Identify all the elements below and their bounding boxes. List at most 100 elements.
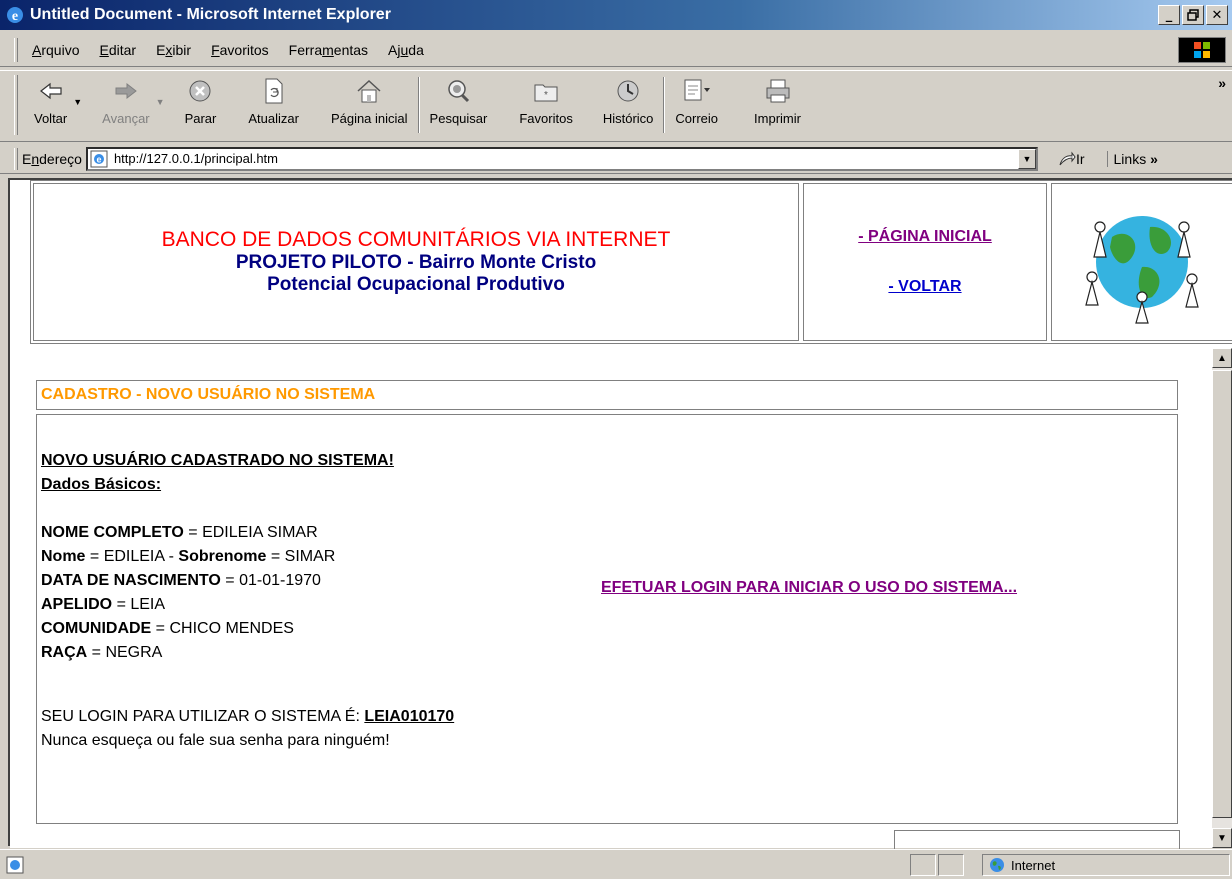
user-details: NOVO USUÁRIO CADASTRADO NO SISTEMA! Dado… xyxy=(41,449,454,753)
toolbar-chevron-icon[interactable]: » xyxy=(1218,75,1226,91)
menu-arquivo[interactable]: Arquivo xyxy=(32,42,79,58)
links-button[interactable]: Links » xyxy=(1106,150,1158,167)
search-button[interactable]: Pesquisar xyxy=(429,77,488,126)
success-message: NOVO USUÁRIO CADASTRADO NO SISTEMA! xyxy=(41,452,394,469)
scroll-down-icon[interactable]: ▼ xyxy=(1212,828,1232,848)
svg-text:e: e xyxy=(96,154,101,164)
home-button[interactable]: Página inicial xyxy=(331,77,408,126)
address-bar: Endereço e http://127.0.0.1/principal.ht… xyxy=(0,144,1232,174)
address-dropdown-icon[interactable]: ▼ xyxy=(1017,148,1036,169)
security-zone: Internet xyxy=(982,854,1230,876)
page-icon: e xyxy=(90,150,108,167)
page-status-icon xyxy=(6,856,24,873)
search-label: Pesquisar xyxy=(429,111,488,126)
internet-globe-icon xyxy=(990,858,1004,872)
close-button[interactable]: ✕ xyxy=(1206,5,1228,25)
status-cell xyxy=(938,854,964,876)
menu-exibir[interactable]: Exibir xyxy=(156,42,191,58)
scroll-up-icon[interactable]: ▲ xyxy=(1212,348,1232,368)
svg-text:e: e xyxy=(12,9,18,24)
address-url: http://127.0.0.1/principal.htm xyxy=(113,151,278,166)
standard-toolbar: Voltar ▼ Avançar ▼ Parar Atualizar Págin… xyxy=(0,70,1232,142)
search-icon xyxy=(448,80,470,103)
password-warning: Nunca esqueça ou fale sua senha para nin… xyxy=(41,732,390,749)
minimize-button[interactable]: _ xyxy=(1158,5,1180,25)
go-label: Ir xyxy=(1075,150,1085,167)
header-table: BANCO DE DADOS COMUNITÁRIOS VIA INTERNET… xyxy=(30,180,1232,344)
links-label: Links xyxy=(1113,150,1147,167)
menu-editar[interactable]: Editar xyxy=(99,42,136,58)
menu-bar: Arquivo Editar Exibir Favoritos Ferramen… xyxy=(0,33,1232,67)
address-grip[interactable] xyxy=(14,147,18,170)
mail-icon xyxy=(684,79,710,101)
header-titles-cell: BANCO DE DADOS COMUNITÁRIOS VIA INTERNET… xyxy=(33,183,799,341)
history-button[interactable]: Histórico xyxy=(602,77,654,126)
menu-ferramentas[interactable]: Ferramentas xyxy=(289,42,368,58)
browser-content: BANCO DE DADOS COMUNITÁRIOS VIA INTERNET… xyxy=(8,178,1232,850)
back-link[interactable]: - VOLTAR xyxy=(888,278,961,296)
ie-icon: e xyxy=(7,7,23,24)
main-frame: CADASTRO - NOVO USUÁRIO NO SISTEMA NOVO … xyxy=(10,348,1232,850)
globe-people-illustration xyxy=(1085,216,1199,324)
header-image-cell xyxy=(1051,183,1232,341)
toolbar-grip[interactable] xyxy=(14,75,18,135)
registration-result-panel: NOVO USUÁRIO CADASTRADO NO SISTEMA! Dado… xyxy=(36,414,1178,824)
section-title: CADASTRO - NOVO USUÁRIO NO SISTEMA xyxy=(36,380,1178,410)
status-bar: Internet xyxy=(0,849,1232,879)
home-page-link[interactable]: - PÁGINA INICIAL xyxy=(858,228,992,246)
project-tagline: Potencial Ocupacional Produtivo xyxy=(267,274,565,295)
header-links-cell: - PÁGINA INICIAL - VOLTAR xyxy=(803,183,1047,341)
history-icon xyxy=(617,80,639,102)
forward-arrow-icon xyxy=(115,82,137,100)
address-input[interactable]: e http://127.0.0.1/principal.htm ▼ xyxy=(85,146,1038,171)
stop-label: Parar xyxy=(184,111,217,126)
back-button[interactable]: Voltar xyxy=(34,77,67,126)
project-subtitle: PROJETO PILOTO - Bairro Monte Cristo xyxy=(235,252,597,273)
refresh-label: Atualizar xyxy=(248,111,299,126)
race-row: RAÇA = NEGRA xyxy=(41,644,163,661)
toolbar-separator xyxy=(663,77,666,133)
basic-data-heading: Dados Básicos: xyxy=(41,476,162,493)
scroll-thumb[interactable] xyxy=(1212,370,1232,818)
stop-button[interactable]: Parar xyxy=(184,77,217,126)
zone-label: Internet xyxy=(1011,857,1056,873)
favorites-icon: * xyxy=(534,84,558,102)
nickname-row: APELIDO = LEIA xyxy=(41,596,166,613)
printer-icon xyxy=(766,79,789,103)
login-value: LEIA010170 xyxy=(364,708,455,725)
refresh-button[interactable]: Atualizar xyxy=(248,77,299,126)
name-row: Nome = EDILEIA - Sobrenome = SIMAR xyxy=(41,548,336,565)
login-link[interactable]: EFETUAR LOGIN PARA INICIAR O USO DO SIST… xyxy=(601,577,1021,599)
history-label: Histórico xyxy=(602,111,654,126)
forward-label: Avançar xyxy=(102,111,150,126)
status-cell xyxy=(910,854,936,876)
refresh-icon xyxy=(265,78,283,104)
favorites-button[interactable]: * Favoritos xyxy=(519,77,573,126)
go-button[interactable]: Ir xyxy=(1058,151,1085,167)
window-title: Untitled Document - Microsoft Internet E… xyxy=(30,6,391,23)
windows-logo-icon xyxy=(1178,37,1226,63)
maximize-button[interactable] xyxy=(1182,5,1204,25)
header-frame: BANCO DE DADOS COMUNITÁRIOS VIA INTERNET… xyxy=(10,180,1232,348)
title-bar: e Untitled Document - Microsoft Internet… xyxy=(0,0,1232,30)
back-dropdown-icon[interactable]: ▼ xyxy=(73,97,82,107)
home-label: Página inicial xyxy=(330,111,408,126)
forward-button[interactable]: Avançar xyxy=(102,77,150,126)
mail-button[interactable]: Correio xyxy=(675,77,718,126)
print-button[interactable]: Imprimir xyxy=(754,77,801,126)
home-icon xyxy=(357,79,381,103)
forward-dropdown-icon[interactable]: ▼ xyxy=(156,97,165,107)
restore-icon xyxy=(1187,9,1199,21)
menu-ajuda[interactable]: Ajuda xyxy=(388,42,424,58)
site-title: BANCO DE DADOS COMUNITÁRIOS VIA INTERNET xyxy=(161,228,671,251)
menu-grip[interactable] xyxy=(14,37,18,62)
community-row: COMUNIDADE = CHICO MENDES xyxy=(41,620,294,637)
svg-text:*: * xyxy=(544,90,548,101)
address-label: Endereço xyxy=(22,150,82,167)
menu-favoritos[interactable]: Favoritos xyxy=(211,42,269,58)
vertical-scrollbar[interactable]: ▲ ▼ xyxy=(1212,348,1232,848)
mail-label: Correio xyxy=(675,111,719,126)
back-arrow-icon xyxy=(39,82,62,100)
go-arrow-icon xyxy=(1059,151,1076,165)
toolbar-separator xyxy=(417,77,420,133)
